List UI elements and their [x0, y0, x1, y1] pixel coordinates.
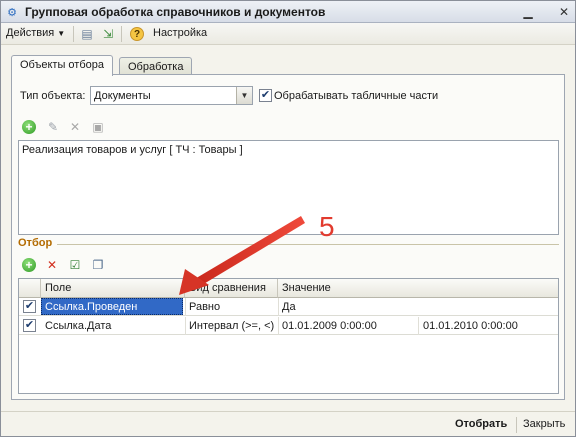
- close-icon[interactable]: ✕: [557, 5, 571, 19]
- filter-group-label: Отбор: [18, 237, 53, 249]
- column-divider: [418, 317, 419, 335]
- group-divider: [57, 244, 559, 245]
- object-type-value: Документы: [94, 90, 151, 102]
- tab-label: Обработка: [128, 61, 184, 73]
- delete-icon[interactable]: ✕: [44, 257, 60, 273]
- add-icon: +: [22, 258, 36, 272]
- tab-label: Объекты отбора: [20, 59, 104, 71]
- field-cell[interactable]: Ссылка.Дата: [45, 320, 111, 332]
- save-icon[interactable]: ▣: [90, 119, 106, 135]
- edit-icon[interactable]: ✎: [45, 119, 61, 135]
- objects-list: Реализация товаров и услуг [ ТЧ : Товары…: [18, 140, 559, 235]
- row-checkbox[interactable]: ✔: [23, 300, 36, 313]
- column-divider: [185, 317, 186, 335]
- add-filter-button[interactable]: +: [21, 257, 37, 273]
- add-object-button[interactable]: +: [21, 119, 37, 135]
- processing-icon: ⚙: [7, 6, 17, 19]
- row-checkbox[interactable]: ✔: [23, 319, 36, 332]
- close-button[interactable]: Закрыть: [523, 418, 565, 430]
- annotation-number: 5: [319, 211, 335, 242]
- column-header-value[interactable]: Значение: [278, 279, 558, 298]
- window-title: Групповая обработка справочников и докум…: [25, 5, 326, 19]
- comparison-cell[interactable]: Равно: [189, 301, 220, 313]
- help-icon: ?: [130, 27, 144, 41]
- process-tables-label: Обрабатывать табличные части: [274, 90, 439, 102]
- column-divider: [278, 317, 279, 335]
- button-separator: [516, 417, 517, 433]
- settings-button[interactable]: Настройка: [153, 27, 207, 39]
- processing-window: ⚙ Групповая обработка справочников и док…: [0, 0, 576, 437]
- actions-label: Действия: [6, 27, 55, 39]
- actions-menu[interactable]: Действия ▼: [6, 27, 65, 39]
- object-type-label: Тип объекта:: [20, 90, 86, 102]
- command-bar: Действия ▼ ▤ ⇲ ? Настройка: [1, 23, 575, 45]
- process-tables-checkbox[interactable]: ✔: [259, 89, 272, 102]
- table-row[interactable]: ✔ Ссылка.Проведен Равно Да: [19, 298, 558, 316]
- select-button[interactable]: Отобрать: [455, 418, 507, 430]
- list-item[interactable]: Реализация товаров и услуг [ ТЧ : Товары…: [22, 144, 243, 156]
- chevron-down-icon: ▼: [57, 29, 66, 38]
- uncheck-all-icon[interactable]: ❐: [90, 257, 106, 273]
- chevron-down-icon[interactable]: ▼: [236, 87, 252, 104]
- toolbar-separator: [121, 26, 122, 42]
- add-icon: +: [22, 120, 36, 134]
- help-button[interactable]: ?: [129, 26, 145, 42]
- delete-icon[interactable]: ✕: [67, 119, 83, 135]
- title-bar: ⚙ Групповая обработка справочников и док…: [1, 1, 575, 23]
- object-type-select[interactable]: Документы ▼: [90, 86, 253, 105]
- table-row[interactable]: ✔ Ссылка.Дата Интервал (>=, <) 01.01.200…: [19, 317, 558, 335]
- value-cell[interactable]: Да: [282, 301, 296, 313]
- column-divider: [185, 298, 186, 316]
- field-cell[interactable]: Ссылка.Проведен: [45, 301, 137, 313]
- check-all-icon[interactable]: ☑: [67, 257, 83, 273]
- load-settings-icon[interactable]: ▤: [79, 26, 95, 42]
- value-cell[interactable]: 01.01.2009 0:00:00: [282, 320, 377, 332]
- bottom-bar: Отобрать Закрыть: [1, 411, 575, 436]
- minimize-icon[interactable]: ▁: [521, 5, 535, 19]
- column-header-comparison[interactable]: Вид сравнения: [185, 279, 278, 298]
- value2-cell[interactable]: 01.01.2010 0:00:00: [423, 320, 518, 332]
- toolbar-separator: [73, 26, 74, 42]
- save-settings-icon[interactable]: ⇲: [100, 26, 116, 42]
- column-header-check: [19, 279, 41, 298]
- column-divider: [278, 298, 279, 316]
- filter-table: Поле Вид сравнения Значение ✔ Ссылка.Про…: [18, 278, 559, 394]
- comparison-cell[interactable]: Интервал (>=, <): [189, 320, 274, 332]
- tab-selection-objects[interactable]: Объекты отбора: [11, 55, 113, 76]
- column-header-field[interactable]: Поле: [41, 279, 185, 298]
